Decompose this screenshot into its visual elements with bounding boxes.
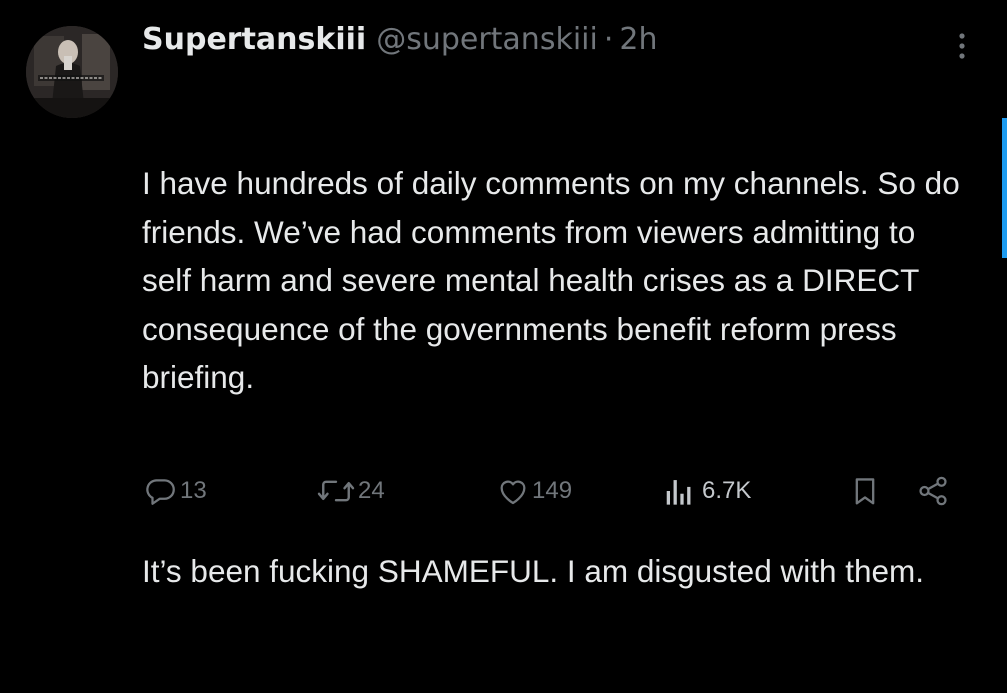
repost-count: 24 [358, 477, 385, 504]
tweet-text: I have hundreds of daily comments on my … [142, 62, 972, 693]
reply-button[interactable]: 13 [144, 468, 207, 514]
action-bar: 13 24 149 6.7K [144, 468, 964, 514]
share-button[interactable] [916, 468, 950, 514]
reply-icon [146, 479, 175, 505]
reply-count: 13 [180, 477, 207, 504]
scroll-indicator [1002, 118, 1007, 258]
tweet-paragraph: It’s been fucking SHAMEFUL. I am disgust… [142, 553, 925, 589]
bookmark-icon [855, 478, 875, 505]
tweet-header: Supertanskiii @supertanskiii · 2h [142, 18, 658, 62]
heart-icon [500, 480, 526, 505]
avatar-photo [26, 26, 118, 118]
repost-icon [317, 480, 355, 502]
user-handle[interactable]: @supertanskiii [376, 18, 598, 62]
separator-dot: · [603, 22, 614, 57]
like-button[interactable]: 149 [496, 468, 572, 514]
display-name[interactable]: Supertanskiii [142, 18, 366, 62]
avatar[interactable] [26, 26, 118, 118]
bookmark-button[interactable] [850, 468, 880, 514]
tweet[interactable]: Supertanskiii @supertanskiii · 2h I have… [0, 0, 1007, 589]
like-count: 149 [532, 477, 573, 504]
share-icon [919, 476, 947, 506]
views-button[interactable]: 6.7K [664, 468, 751, 514]
more-vertical-icon[interactable] [950, 28, 974, 64]
timestamp[interactable]: 2h [619, 18, 657, 62]
view-count: 6.7K [702, 477, 752, 504]
repost-button[interactable]: 24 [316, 468, 385, 514]
views-icon [666, 480, 691, 505]
tweet-paragraph: I have hundreds of daily comments on my … [142, 165, 969, 395]
